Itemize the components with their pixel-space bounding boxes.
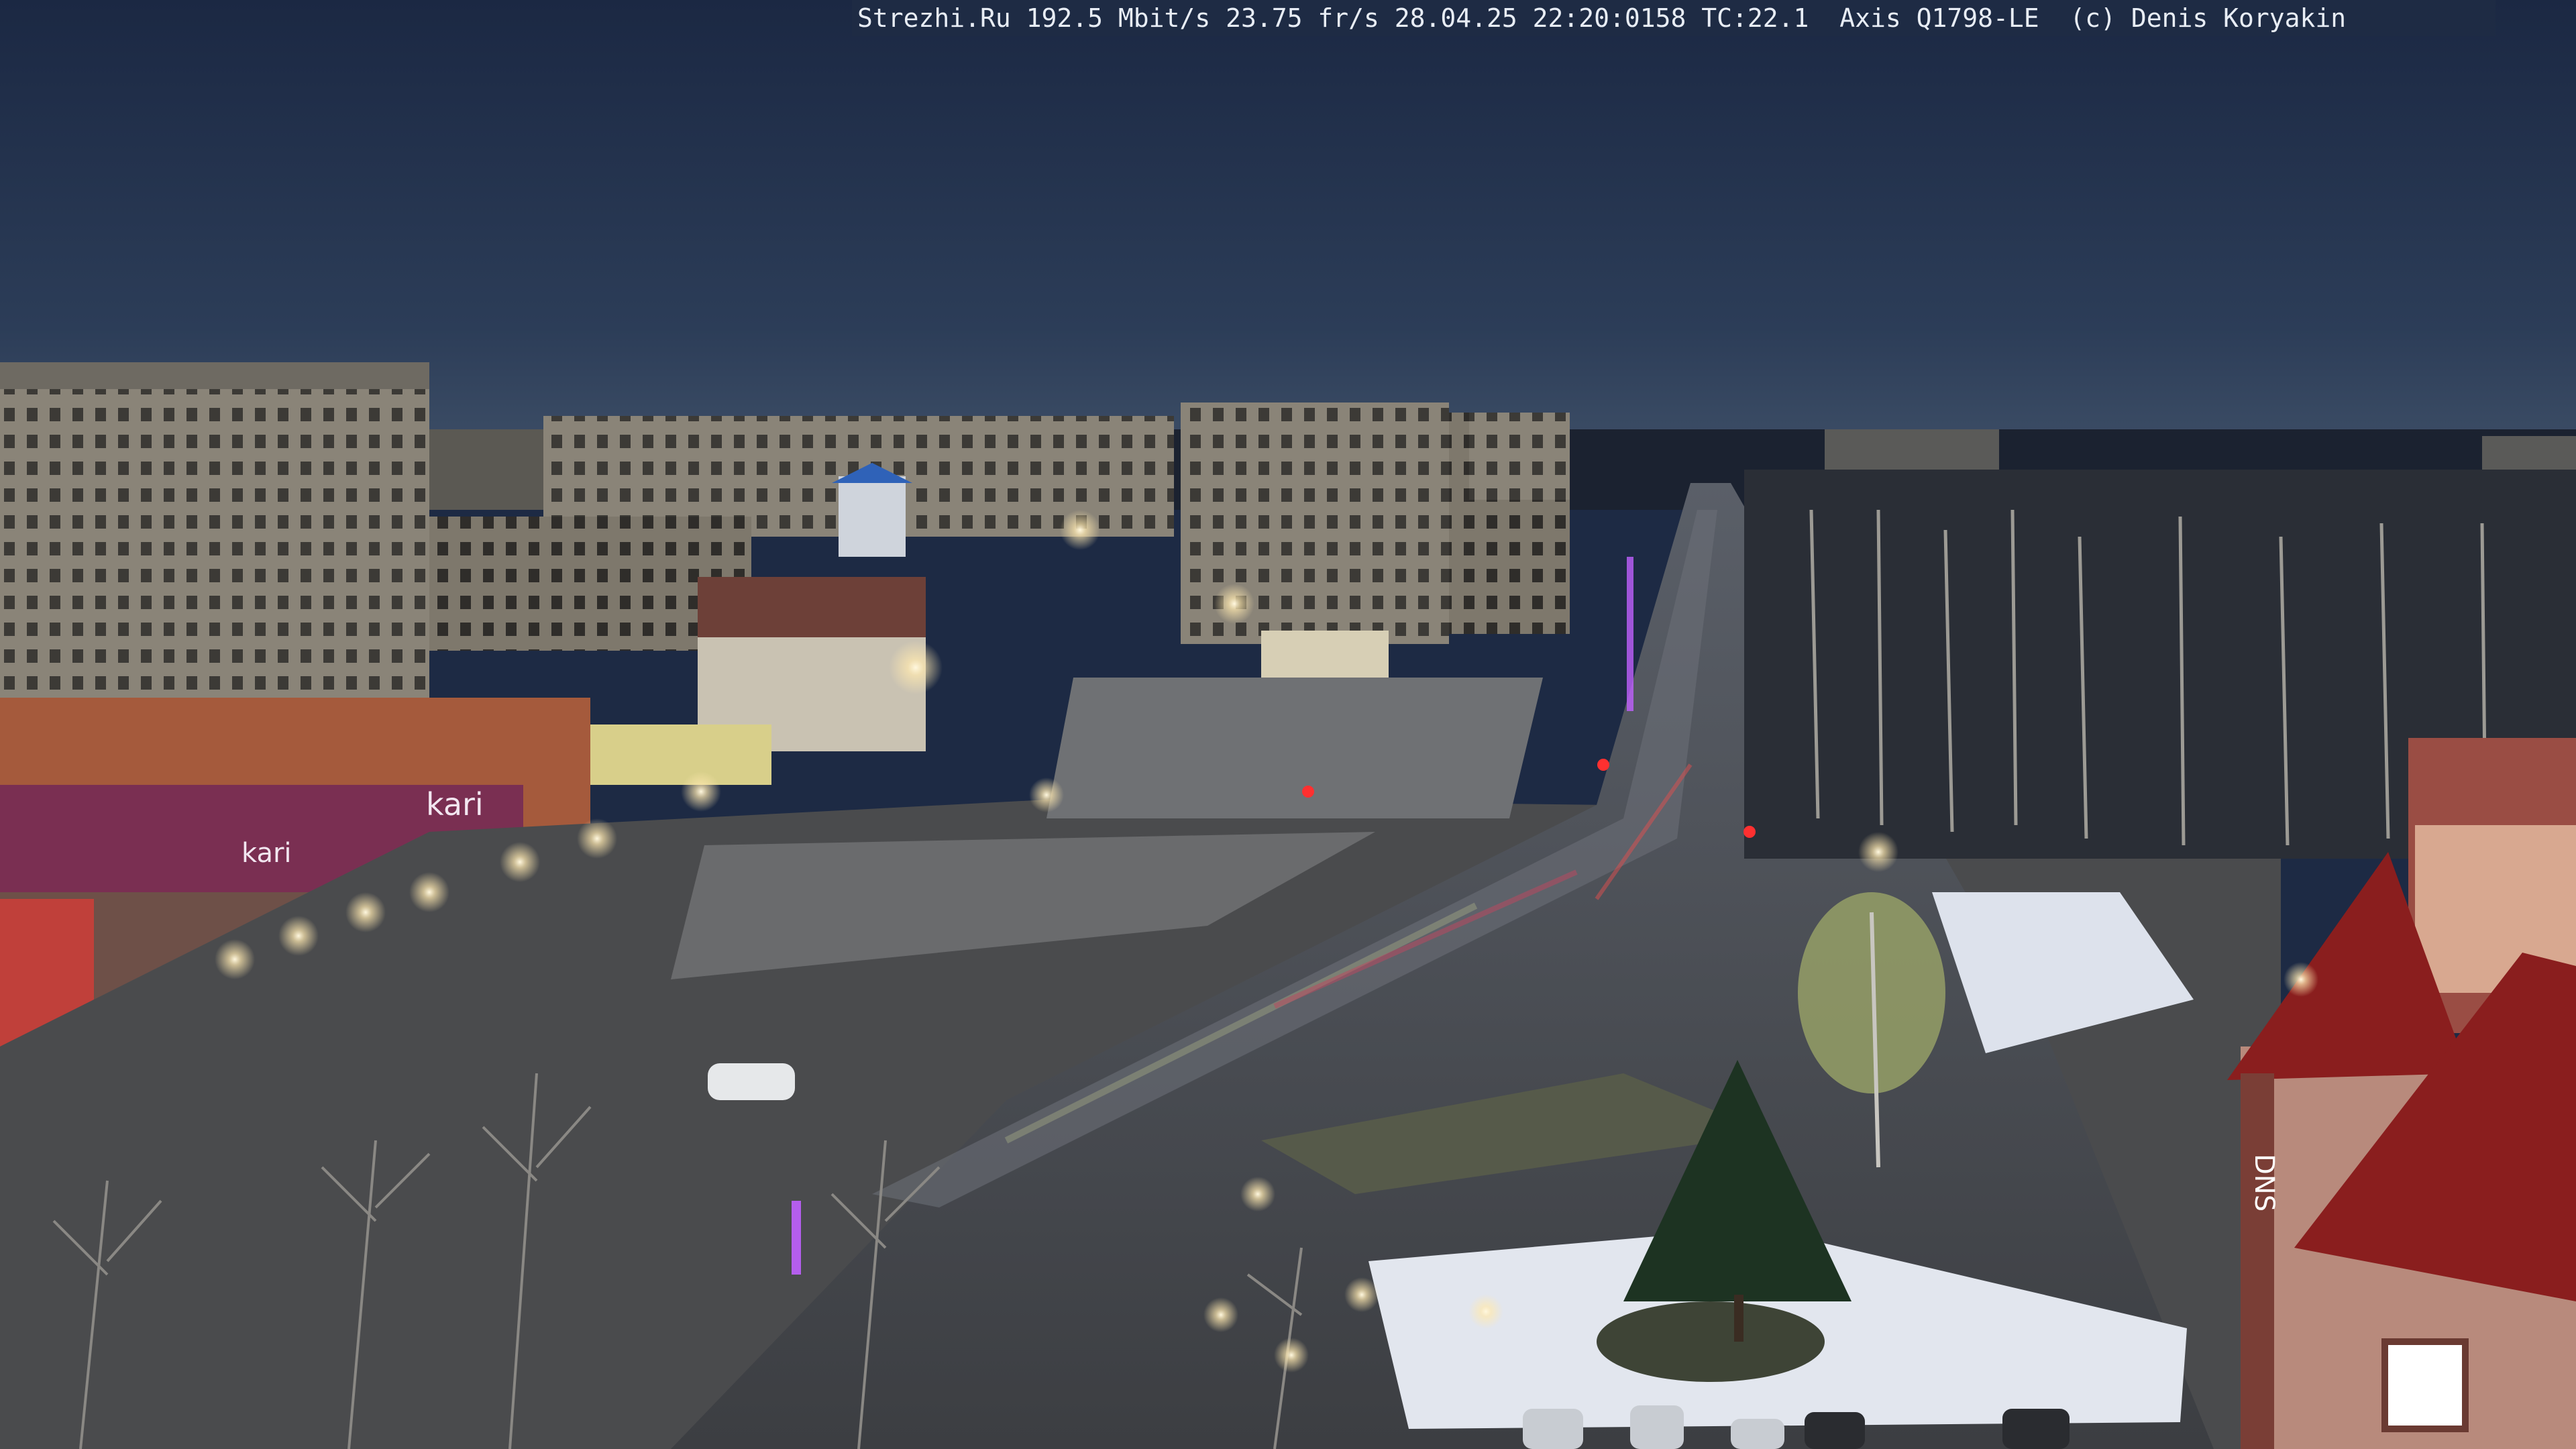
kari-sign: kari [426, 786, 484, 822]
webcam-night-street-scene: kari kari DNS [0, 0, 2576, 1449]
kari-sign-small: kari [241, 838, 292, 869]
camera-info-overlay: Strezhi.Ru 192.5 Mbit/s 23.75 fr/s 28.04… [852, 0, 2496, 36]
dns-sign: DNS [2249, 1154, 2279, 1212]
